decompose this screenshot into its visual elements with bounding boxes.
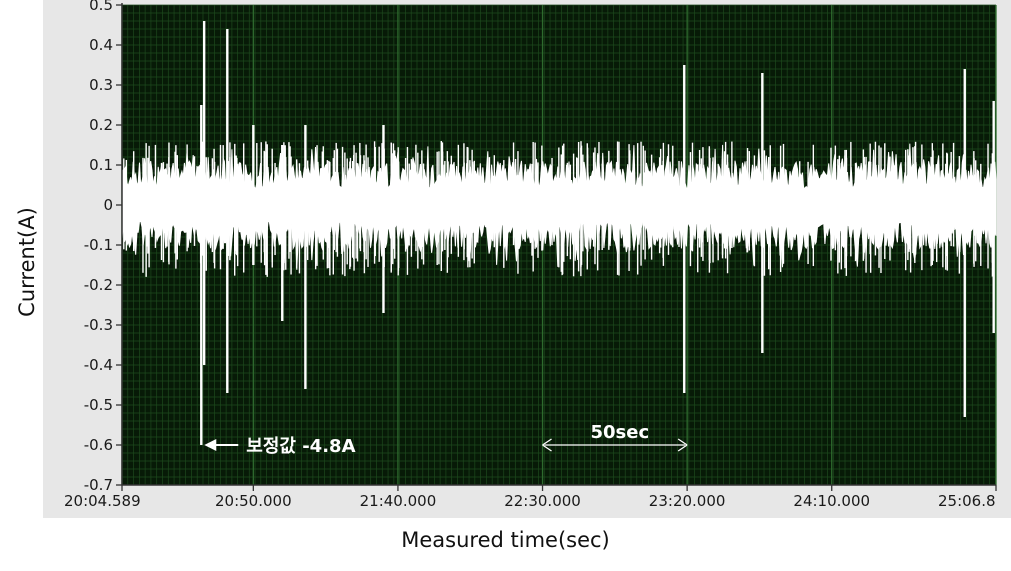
x-tick-label: 22:30.000 xyxy=(504,492,581,510)
x-axis-label: Measured time(sec) xyxy=(401,528,610,552)
x-tick-label: 24:10.000 xyxy=(793,492,870,510)
y-tick-label: -0.4 xyxy=(84,356,113,374)
y-tick-label: -0.3 xyxy=(84,316,113,334)
y-tick-label: 0.2 xyxy=(89,116,113,134)
y-tick-label: 0 xyxy=(103,196,113,214)
x-tick-label: 23:20.000 xyxy=(649,492,726,510)
y-tick-label: -0.2 xyxy=(84,276,113,294)
y-tick-label: -0.5 xyxy=(84,396,113,414)
x-tick-label: 20:04.589 xyxy=(64,492,141,510)
y-tick-label: 0.4 xyxy=(89,36,113,54)
y-tick-label: 0.3 xyxy=(89,76,113,94)
y-tick-label: -0.1 xyxy=(84,236,113,254)
annotation-correction-label: 보정값 -4.8A xyxy=(246,436,355,457)
y-tick-label: 0.1 xyxy=(89,156,113,174)
current-chart: 0.5 0.4 0.3 0.2 0.1 0 -0.1 -0.2 -0.3 -0.4 -0.5 -0.6… xyxy=(64,0,997,510)
y-tick-label: -0.6 xyxy=(84,436,113,454)
y-axis-label: Current(A) xyxy=(15,207,39,317)
y-tick-label: 0.5 xyxy=(89,0,113,14)
x-tick-label: 21:40.000 xyxy=(360,492,437,510)
x-tick-label: 25:06.8 xyxy=(938,492,996,510)
annotation-span-label: 50sec xyxy=(591,422,650,443)
x-tick-label: 20:50.000 xyxy=(215,492,292,510)
